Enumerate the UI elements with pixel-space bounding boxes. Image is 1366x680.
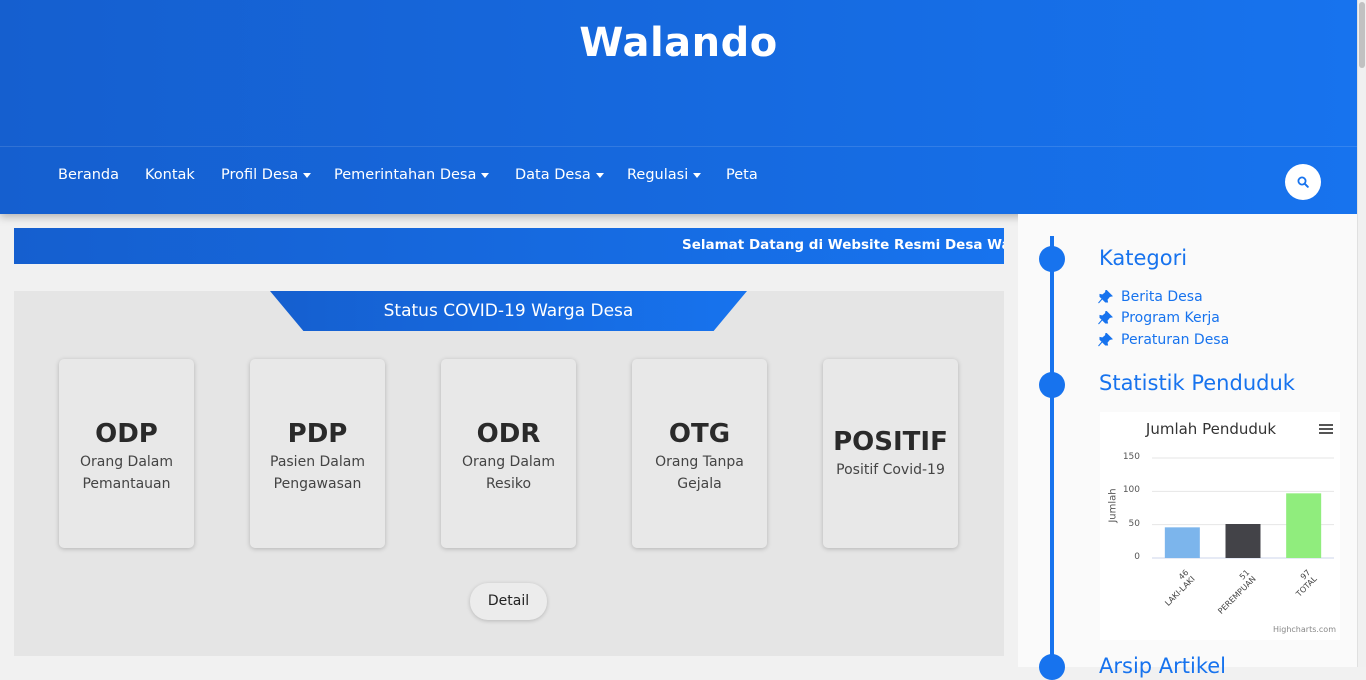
caret-down-icon — [693, 172, 702, 178]
detail-button[interactable]: Detail — [470, 583, 547, 620]
category-link-berita-desa[interactable]: Berita Desa — [1098, 289, 1203, 305]
nav-label: Kontak — [145, 167, 195, 183]
card-title: ODR — [476, 419, 541, 449]
welcome-marquee: Selamat Datang di Website Resmi Desa Wal — [14, 228, 1004, 264]
sidebar: Kategori Berita Desa Program Kerja Perat… — [1018, 214, 1357, 680]
kategori-heading: Kategori — [1099, 246, 1188, 270]
caret-down-icon — [303, 172, 312, 178]
statistik-heading: Statistik Penduduk — [1099, 371, 1295, 395]
timeline-dot — [1039, 246, 1065, 272]
covid-card-positif: POSITIF Positif Covid-19 — [823, 359, 958, 548]
nav-label: Beranda — [58, 167, 119, 183]
main-nav: Beranda Kontak Profil Desa Pemerintahan … — [0, 146, 1357, 214]
card-desc: Orang Dalam Resiko — [461, 454, 556, 492]
category-label: Berita Desa — [1121, 289, 1203, 305]
card-title: OTG — [668, 419, 731, 449]
category-label: Peraturan Desa — [1121, 332, 1230, 348]
nav-label: Pemerintahan Desa — [334, 167, 477, 183]
timeline-dot — [1039, 654, 1065, 680]
caret-down-icon — [481, 172, 490, 178]
nav-item-pemerintahan-desa[interactable]: Pemerintahan Desa — [334, 167, 490, 183]
nav-item-regulasi[interactable]: Regulasi — [627, 167, 702, 183]
scrollbar-thumb[interactable] — [1359, 2, 1365, 68]
page-scrollbar[interactable] — [1357, 0, 1366, 667]
search-button[interactable] — [1285, 164, 1321, 200]
covid-card-odr: ODR Orang Dalam Resiko — [441, 359, 576, 548]
card-title: ODP — [95, 419, 158, 449]
nav-label: Profil Desa — [221, 167, 299, 183]
covid-card-otg: OTG Orang Tanpa Gejala — [632, 359, 767, 548]
card-desc: Positif Covid-19 — [836, 462, 945, 478]
chart-credit[interactable]: Highcharts.com — [1273, 625, 1336, 634]
covid-card-odp: ODP Orang Dalam Pemantauan — [59, 359, 194, 548]
nav-label: Data Desa — [515, 167, 591, 183]
thumbtack-icon — [1098, 333, 1113, 347]
covid-status-panel: Status COVID-19 Warga Desa ODP Orang Dal… — [14, 291, 1004, 656]
nav-item-beranda[interactable]: Beranda — [58, 167, 119, 183]
category-link-program-kerja[interactable]: Program Kerja — [1098, 310, 1220, 326]
chart-bar-perempuan[interactable] — [1225, 524, 1261, 558]
nav-item-profil-desa[interactable]: Profil Desa — [221, 167, 312, 183]
covid-card-pdp: PDP Pasien Dalam Pengawasan — [250, 359, 385, 548]
population-chart: Jumlah Penduduk Jumlah 0 50 100 150 46 LAKI-… — [1100, 412, 1340, 640]
card-title: POSITIF — [833, 427, 948, 457]
card-desc: Pasien Dalam Pengawasan — [270, 454, 365, 492]
card-desc: Orang Dalam Pemantauan — [79, 454, 174, 492]
chart-bar-laki-laki[interactable] — [1164, 527, 1200, 558]
timeline-dot — [1039, 372, 1065, 398]
thumbtack-icon — [1098, 311, 1113, 325]
nav-item-data-desa[interactable]: Data Desa — [515, 167, 604, 183]
category-label: Program Kerja — [1121, 310, 1220, 326]
card-desc: Orang Tanpa Gejala — [655, 454, 744, 492]
nav-item-peta[interactable]: Peta — [726, 167, 758, 183]
thumbtack-icon — [1098, 290, 1113, 304]
marquee-text: Selamat Datang di Website Resmi Desa Wal — [682, 237, 1004, 253]
covid-panel-title: Status COVID-19 Warga Desa — [270, 291, 747, 331]
nav-item-kontak[interactable]: Kontak — [145, 167, 195, 183]
search-icon — [1297, 176, 1309, 188]
caret-down-icon — [595, 172, 604, 178]
card-title: PDP — [287, 419, 348, 449]
category-link-peraturan-desa[interactable]: Peraturan Desa — [1098, 332, 1229, 348]
chart-bar-total[interactable] — [1286, 493, 1322, 558]
site-title[interactable]: Walando — [0, 20, 1357, 66]
site-header: Walando Beranda Kontak Profil Desa Pemer… — [0, 0, 1357, 214]
nav-label: Regulasi — [627, 167, 689, 183]
nav-label: Peta — [726, 167, 758, 183]
timeline-line — [1050, 236, 1054, 676]
arsip-heading: Arsip Artikel — [1099, 654, 1227, 678]
